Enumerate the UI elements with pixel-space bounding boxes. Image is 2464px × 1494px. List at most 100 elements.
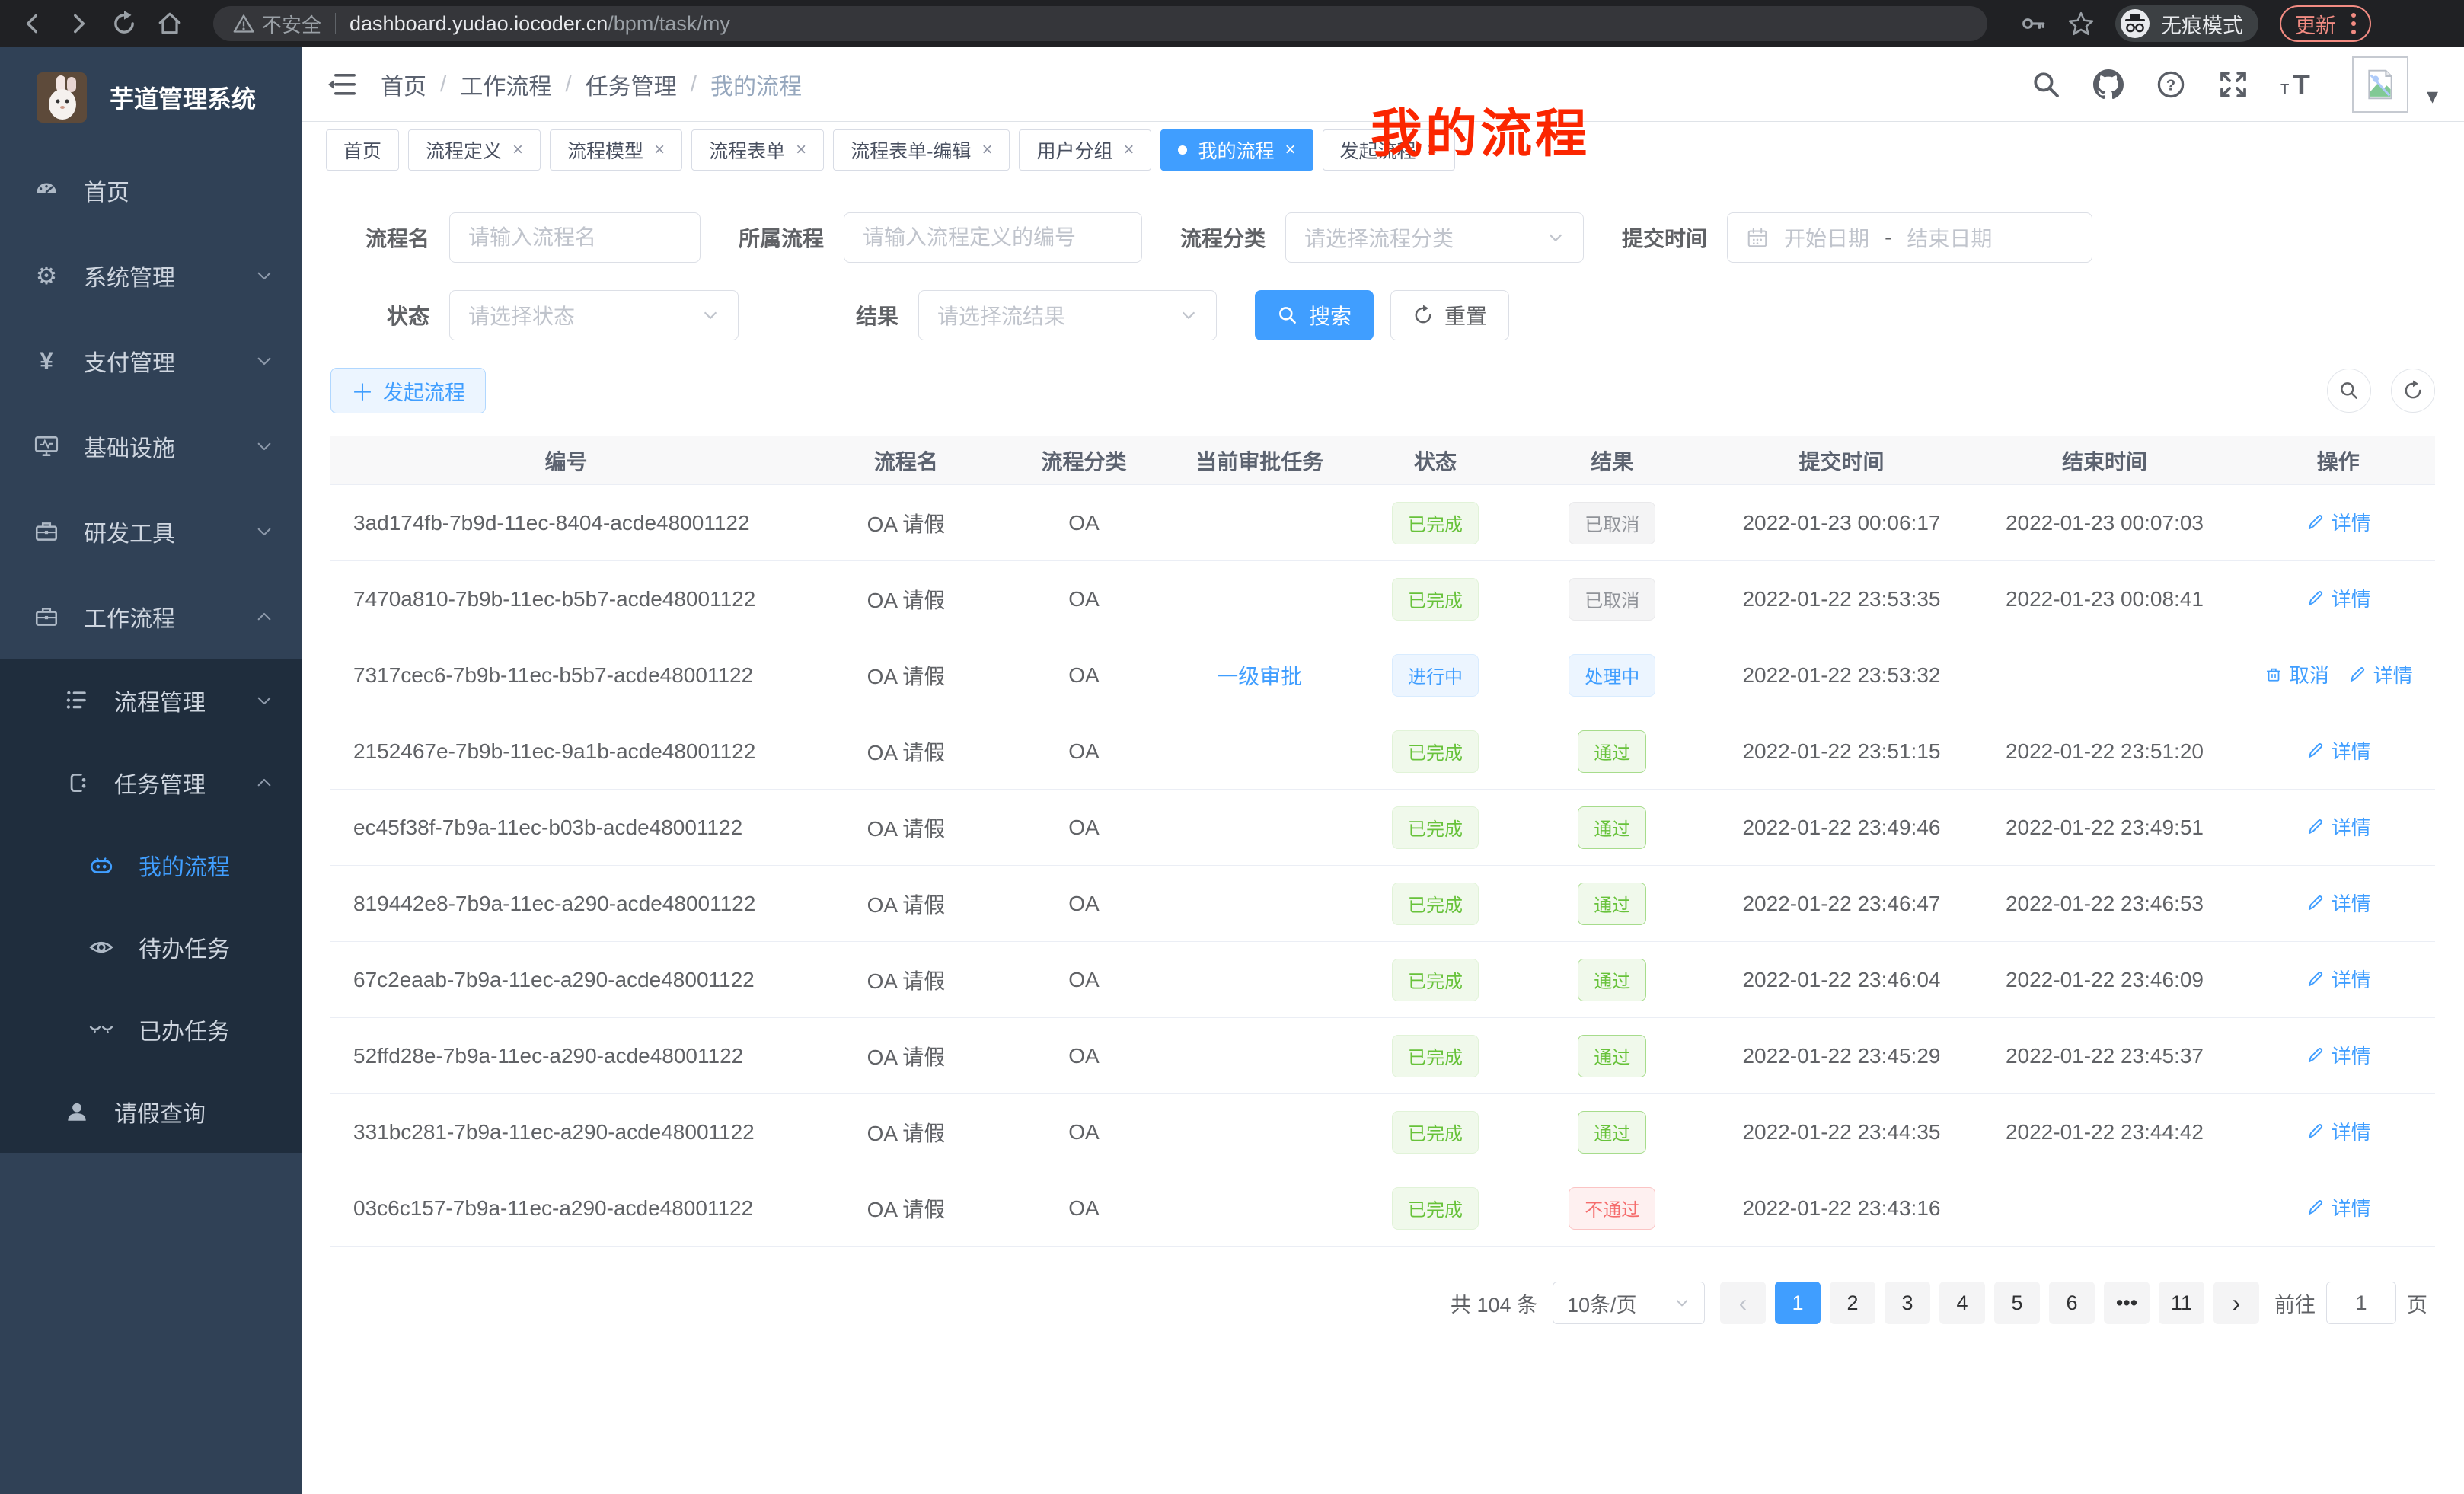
search-icon [1277,305,1298,326]
avatar-caret-icon[interactable]: ▾ [2427,83,2438,113]
sidebar-item-leave-query[interactable]: 请假查询 [0,1071,302,1153]
page-button-1[interactable]: 1 [1775,1282,1821,1324]
refresh-button[interactable] [2391,369,2435,413]
detail-action[interactable]: 详情 [2348,660,2413,688]
table-row: 67c2eaab-7b9a-11ec-a290-acde48001122OA 请… [330,942,2435,1018]
sidebar-item-workflow[interactable]: 工作流程 [0,574,302,659]
browser-menu-icon[interactable] [2351,13,2356,34]
github-icon[interactable] [2093,69,2124,100]
key-icon[interactable] [2021,11,2047,37]
detail-action[interactable]: 详情 [2306,1117,2371,1145]
sidebar-fill [0,1153,302,1494]
bookmark-star-icon[interactable] [2068,11,2094,37]
detail-action[interactable]: 详情 [2306,812,2371,841]
help-icon[interactable]: ? [2156,69,2186,100]
detail-action[interactable]: 详情 [2306,965,2371,993]
column-header: 结果 [1509,445,1716,476]
close-icon[interactable]: × [1285,139,1296,161]
breadcrumb-item[interactable]: 首页 [381,68,426,101]
status-cell: 已完成 [1361,959,1508,1001]
sidebar-item-label: 研发工具 [84,515,175,548]
tab-process-definition[interactable]: 流程定义× [408,129,541,171]
logo-row[interactable]: 芋道管理系统 [0,47,302,148]
breadcrumb-item[interactable]: 工作流程 [460,68,551,101]
result-cell: 已取消 [1509,502,1716,544]
prev-page-button[interactable]: ‹ [1720,1282,1766,1324]
tab-process-form[interactable]: 流程表单× [691,129,824,171]
start-date-placeholder[interactable]: 开始日期 [1784,222,1869,253]
detail-action[interactable]: 详情 [2306,584,2371,612]
page-button-11[interactable]: 11 [2159,1282,2204,1324]
detail-action[interactable]: 详情 [2306,736,2371,765]
page-button-6[interactable]: 6 [2049,1282,2095,1324]
update-button[interactable]: 更新 [2280,5,2371,42]
sidebar-item-my-process[interactable]: 我的流程 [0,824,302,906]
close-icon[interactable]: × [981,139,992,161]
detail-action[interactable]: 详情 [2306,508,2371,536]
next-page-button[interactable]: › [2213,1282,2259,1324]
page-button-4[interactable]: 4 [1939,1282,1985,1324]
sidebar-item-done-tasks[interactable]: 已办任务 [0,988,302,1071]
tab-my-process[interactable]: 我的流程× [1160,129,1313,171]
date-range-picker[interactable]: 开始日期 - 结束日期 [1727,212,2092,263]
process-definition-input[interactable] [844,212,1142,263]
status-select[interactable]: 请选择状态 [449,290,739,340]
sidebar-item-system[interactable]: ⚙ 系统管理 [0,233,302,318]
sidebar-collapse-icon[interactable] [327,71,358,98]
page-size-select[interactable]: 10条/页 [1553,1282,1705,1324]
sidebar-item-process-mgmt[interactable]: 流程管理 [0,659,302,742]
edit-icon [2306,817,2325,837]
end-date-placeholder[interactable]: 结束日期 [1907,222,1992,253]
sidebar-item-task-mgmt[interactable]: 任务管理 [0,742,302,824]
home-icon[interactable] [157,11,183,37]
search-icon[interactable] [2031,69,2061,100]
search-button[interactable]: 搜索 [1255,290,1374,340]
address-bar[interactable]: 不安全 dashboard.yudao.iocoder.cn/bpm/task/… [213,6,1987,41]
broken-image-icon [2363,68,2397,101]
result-select[interactable]: 请选择流结果 [918,290,1217,340]
font-size-icon[interactable]: тT [2280,69,2320,100]
result-badge: 通过 [1578,883,1646,925]
close-icon[interactable]: × [796,139,806,161]
goto-page-input[interactable] [2326,1282,2396,1324]
process-category: OA [1010,1044,1157,1068]
back-icon[interactable] [20,11,46,37]
close-icon[interactable]: × [654,139,665,161]
detail-action[interactable]: 详情 [2306,889,2371,917]
tab-user-group[interactable]: 用户分组× [1019,129,1151,171]
avatar[interactable] [2352,56,2408,113]
page-button-5[interactable]: 5 [1994,1282,2040,1324]
tab-process-model[interactable]: 流程模型× [550,129,682,171]
end-time: 2022-01-22 23:44:42 [1968,1120,2241,1144]
tab-process-form-edit[interactable]: 流程表单-编辑× [833,129,1010,171]
result-cell: 处理中 [1509,654,1716,697]
process-category-select[interactable]: 请选择流程分类 [1285,212,1584,263]
close-icon[interactable]: × [1123,139,1134,161]
detail-action[interactable]: 详情 [2306,1041,2371,1069]
show-search-button[interactable] [2327,369,2371,413]
fullscreen-icon[interactable] [2218,69,2249,100]
cancel-action[interactable]: 取消 [2264,660,2329,688]
close-icon[interactable]: × [512,139,523,161]
page-ellipsis[interactable]: ••• [2104,1282,2150,1324]
process-name: OA 请假 [802,508,1010,538]
current-task-link[interactable]: 一级审批 [1217,665,1302,688]
forward-icon[interactable] [65,11,91,37]
sidebar-item-payment[interactable]: ¥ 支付管理 [0,318,302,404]
sidebar-item-home[interactable]: 首页 [0,148,302,233]
breadcrumb-item[interactable]: 任务管理 [586,68,677,101]
page-button-2[interactable]: 2 [1830,1282,1875,1324]
detail-action[interactable]: 详情 [2306,1193,2371,1221]
page-button-3[interactable]: 3 [1885,1282,1930,1324]
sidebar-item-infra[interactable]: 基础设施 [0,404,302,489]
process-name-input[interactable] [449,212,701,263]
gear-icon: ⚙ [34,263,59,289]
sidebar-item-devtools[interactable]: 研发工具 [0,489,302,574]
reset-button[interactable]: 重置 [1390,290,1509,340]
not-secure-warning[interactable]: 不安全 [233,10,321,38]
eye-icon [88,934,114,960]
sidebar-item-todo-tasks[interactable]: 待办任务 [0,906,302,988]
start-process-button[interactable]: ＋ 发起流程 [330,368,486,413]
tab-home[interactable]: 首页 [326,129,399,171]
reload-icon[interactable] [111,11,137,37]
